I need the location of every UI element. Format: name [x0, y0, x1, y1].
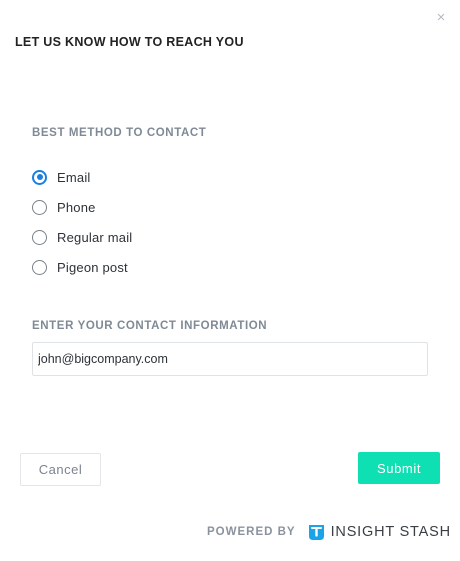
contact-method-radio-group: Email Phone Regular mail Pigeon post [32, 162, 132, 282]
contact-info-label: ENTER YOUR CONTACT INFORMATION [32, 320, 268, 332]
radio-option-phone[interactable]: Phone [32, 192, 132, 222]
radio-option-pigeon-post[interactable]: Pigeon post [32, 252, 132, 282]
radio-option-regular-mail[interactable]: Regular mail [32, 222, 132, 252]
radio-button[interactable] [32, 199, 47, 215]
brand-name: INSIGHT STASH [330, 524, 451, 540]
radio-button[interactable] [32, 169, 47, 185]
submit-button[interactable]: Submit [358, 452, 440, 484]
contact-info-input[interactable] [32, 342, 428, 376]
radio-label: Pigeon post [57, 259, 128, 275]
powered-by-label: POWERED BY [207, 526, 296, 538]
powered-by-footer: POWERED BY INSIGHT STASH [207, 522, 451, 542]
close-icon[interactable]: × [434, 10, 448, 25]
insight-stash-logo-icon [308, 524, 325, 541]
radio-label: Phone [57, 199, 96, 215]
cancel-button[interactable]: Cancel [20, 453, 101, 486]
modal-title: LET US KNOW HOW TO REACH YOU [15, 35, 244, 49]
radio-label: Email [57, 169, 91, 185]
radio-label: Regular mail [57, 229, 133, 245]
radio-button[interactable] [32, 229, 47, 245]
contact-method-label: BEST METHOD TO CONTACT [32, 127, 207, 139]
radio-button[interactable] [32, 259, 47, 275]
radio-option-email[interactable]: Email [32, 162, 132, 192]
